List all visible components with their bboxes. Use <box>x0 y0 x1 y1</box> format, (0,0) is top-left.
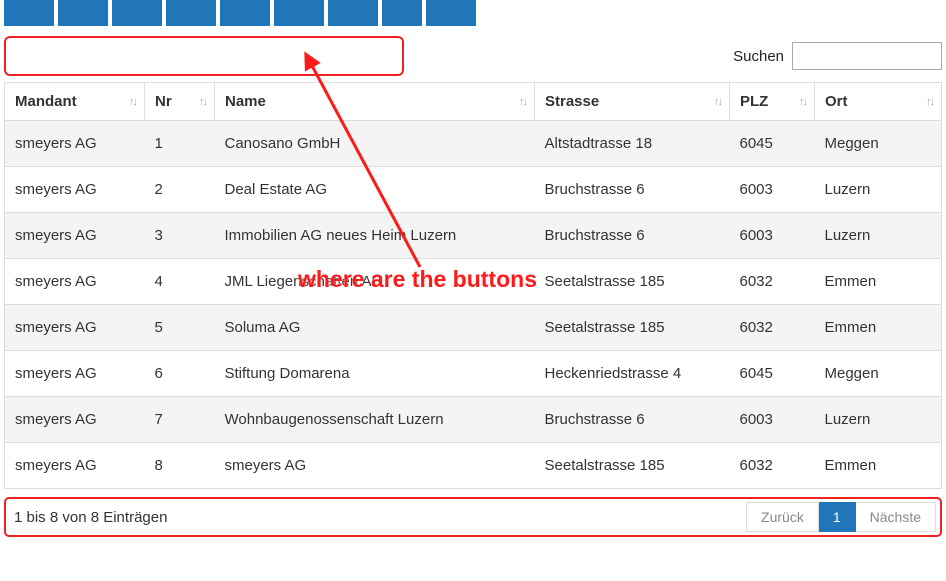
sort-icon: ↑↓ <box>714 96 721 108</box>
cell-nr: 4 <box>145 259 215 305</box>
table-header-row: Mandant ↑↓ Nr ↑↓ Name ↑↓ Strasse ↑↓ PLZ ↑↓ Or… <box>5 83 942 121</box>
sort-icon: ↑↓ <box>129 96 136 108</box>
col-header-strasse[interactable]: Strasse ↑↓ <box>535 83 730 121</box>
cell-name: Deal Estate AG <box>215 167 535 213</box>
pager: Zurück 1 Nächste <box>746 502 936 532</box>
search-label: Suchen <box>733 48 784 65</box>
search-input[interactable] <box>792 42 942 70</box>
col-header-ort[interactable]: Ort ↑↓ <box>815 83 942 121</box>
toolbar-button[interactable] <box>382 0 422 26</box>
cell-name: Wohnbaugenossenschaft Luzern <box>215 397 535 443</box>
cell-strasse: Seetalstrasse 185 <box>535 259 730 305</box>
col-header-mandant[interactable]: Mandant ↑↓ <box>5 83 145 121</box>
cell-plz: 6045 <box>730 351 815 397</box>
cell-nr: 3 <box>145 213 215 259</box>
toolbar-button[interactable] <box>328 0 378 26</box>
sort-icon: ↑↓ <box>199 96 206 108</box>
cell-nr: 2 <box>145 167 215 213</box>
cell-ort: Emmen <box>815 305 942 351</box>
table-row[interactable]: smeyers AG2Deal Estate AGBruchstrasse 66… <box>5 167 942 213</box>
search-wrap: Suchen <box>733 42 942 70</box>
col-header-label: PLZ <box>740 93 768 110</box>
cell-mandant: smeyers AG <box>5 213 145 259</box>
cell-mandant: smeyers AG <box>5 259 145 305</box>
table-body: smeyers AG1Canosano GmbHAltstadtrasse 18… <box>5 121 942 489</box>
sort-icon: ↑↓ <box>926 96 933 108</box>
toolbar-button[interactable] <box>112 0 162 26</box>
cell-strasse: Seetalstrasse 185 <box>535 443 730 489</box>
cell-strasse: Bruchstrasse 6 <box>535 213 730 259</box>
cell-plz: 6003 <box>730 213 815 259</box>
toolbar-button[interactable] <box>426 0 476 26</box>
above-table-row: Suchen <box>4 36 942 76</box>
cell-strasse: Bruchstrasse 6 <box>535 167 730 213</box>
toolbar <box>4 0 942 26</box>
col-header-label: Ort <box>825 93 848 110</box>
cell-name: Canosano GmbH <box>215 121 535 167</box>
table-info: 1 bis 8 von 8 Einträgen <box>14 509 167 526</box>
annotation-footer-box: 1 bis 8 von 8 Einträgen Zurück 1 Nächste <box>4 497 942 537</box>
cell-ort: Luzern <box>815 397 942 443</box>
cell-ort: Emmen <box>815 443 942 489</box>
cell-ort: Luzern <box>815 167 942 213</box>
col-header-plz[interactable]: PLZ ↑↓ <box>730 83 815 121</box>
cell-ort: Emmen <box>815 259 942 305</box>
col-header-label: Name <box>225 93 266 110</box>
cell-mandant: smeyers AG <box>5 305 145 351</box>
col-header-label: Strasse <box>545 93 599 110</box>
cell-strasse: Seetalstrasse 185 <box>535 305 730 351</box>
cell-plz: 6032 <box>730 443 815 489</box>
table-row[interactable]: smeyers AG7Wohnbaugenossenschaft LuzernB… <box>5 397 942 443</box>
table-row[interactable]: smeyers AG5Soluma AGSeetalstrasse 185603… <box>5 305 942 351</box>
col-header-name[interactable]: Name ↑↓ <box>215 83 535 121</box>
table-row[interactable]: smeyers AG1Canosano GmbHAltstadtrasse 18… <box>5 121 942 167</box>
sort-icon: ↑↓ <box>799 96 806 108</box>
cell-nr: 8 <box>145 443 215 489</box>
pager-prev-button[interactable]: Zurück <box>746 502 819 532</box>
table-row[interactable]: smeyers AG3Immobilien AG neues Heim Luze… <box>5 213 942 259</box>
table-row[interactable]: smeyers AG6Stiftung DomarenaHeckenriedst… <box>5 351 942 397</box>
cell-name: Stiftung Domarena <box>215 351 535 397</box>
cell-strasse: Altstadtrasse 18 <box>535 121 730 167</box>
table-row[interactable]: smeyers AG8smeyers AGSeetalstrasse 18560… <box>5 443 942 489</box>
toolbar-button[interactable] <box>220 0 270 26</box>
cell-ort: Meggen <box>815 121 942 167</box>
cell-mandant: smeyers AG <box>5 443 145 489</box>
cell-strasse: Heckenriedstrasse 4 <box>535 351 730 397</box>
toolbar-button[interactable] <box>58 0 108 26</box>
cell-ort: Luzern <box>815 213 942 259</box>
cell-mandant: smeyers AG <box>5 167 145 213</box>
cell-nr: 1 <box>145 121 215 167</box>
cell-plz: 6003 <box>730 167 815 213</box>
cell-nr: 7 <box>145 397 215 443</box>
cell-name: JML Liegenschaften AG <box>215 259 535 305</box>
col-header-label: Nr <box>155 93 172 110</box>
toolbar-button[interactable] <box>166 0 216 26</box>
annotation-empty-buttons-box <box>4 36 404 76</box>
pager-next-button[interactable]: Nächste <box>856 502 936 532</box>
data-table: Mandant ↑↓ Nr ↑↓ Name ↑↓ Strasse ↑↓ PLZ ↑↓ Or… <box>4 82 942 489</box>
toolbar-button[interactable] <box>274 0 324 26</box>
col-header-nr[interactable]: Nr ↑↓ <box>145 83 215 121</box>
cell-ort: Meggen <box>815 351 942 397</box>
cell-name: Soluma AG <box>215 305 535 351</box>
cell-nr: 6 <box>145 351 215 397</box>
cell-plz: 6032 <box>730 305 815 351</box>
cell-strasse: Bruchstrasse 6 <box>535 397 730 443</box>
cell-mandant: smeyers AG <box>5 397 145 443</box>
col-header-label: Mandant <box>15 93 77 110</box>
toolbar-button[interactable] <box>4 0 54 26</box>
cell-name: smeyers AG <box>215 443 535 489</box>
table-row[interactable]: smeyers AG4JML Liegenschaften AGSeetalst… <box>5 259 942 305</box>
cell-name: Immobilien AG neues Heim Luzern <box>215 213 535 259</box>
pager-page-1-button[interactable]: 1 <box>819 502 856 532</box>
cell-plz: 6032 <box>730 259 815 305</box>
cell-nr: 5 <box>145 305 215 351</box>
cell-plz: 6003 <box>730 397 815 443</box>
cell-plz: 6045 <box>730 121 815 167</box>
cell-mandant: smeyers AG <box>5 351 145 397</box>
cell-mandant: smeyers AG <box>5 121 145 167</box>
sort-icon: ↑↓ <box>519 96 526 108</box>
